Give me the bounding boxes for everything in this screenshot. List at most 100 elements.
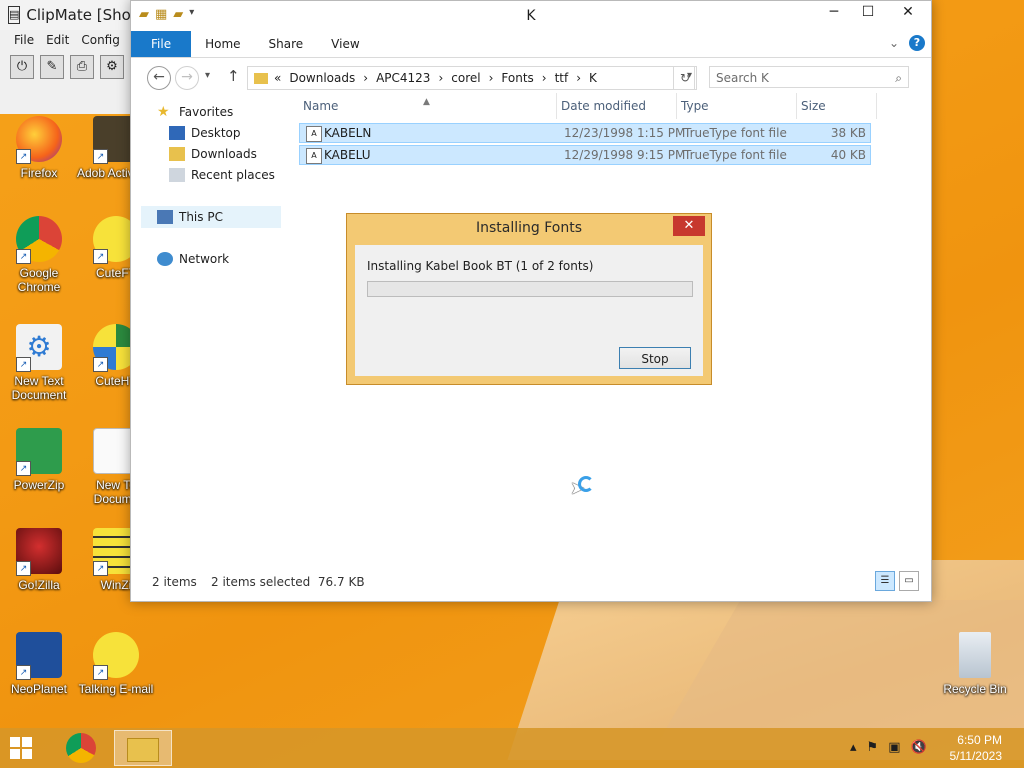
maximize-button[interactable]: ☐ [851, 1, 885, 25]
tool-icon[interactable]: ⚙ [100, 55, 124, 79]
clock-date: 5/11/2023 [949, 749, 1003, 763]
tab-home[interactable]: Home [191, 31, 254, 57]
window-title: K [526, 8, 536, 24]
desktop-icon-label: WinZi [100, 578, 132, 592]
search-input[interactable]: Search K ⌕ [709, 66, 909, 88]
file-size: 38 KB [830, 126, 866, 140]
nav-network[interactable]: Network [157, 248, 229, 270]
close-button[interactable]: ✕ [885, 1, 931, 25]
power-icon[interactable]: ⏻ [10, 55, 34, 79]
tab-file[interactable]: File [131, 31, 192, 57]
desktop-icon-label: Firefox [20, 166, 58, 180]
busy-spinner-icon [578, 476, 594, 492]
clipmate-window[interactable]: ▤ ClipMate [Shor File Edit Config ⏻ ✎ ⎙ … [0, 0, 135, 114]
volume-muted-icon[interactable]: 🔇 [910, 740, 926, 755]
address-bar[interactable]: « Downloads › APC4123 › corel › Fonts › ttf ›… [247, 66, 695, 90]
explorer-title-bar[interactable]: ▰ ▦ ▰ ▾ K ─ ☐ ✕ [131, 1, 931, 31]
help-icon[interactable]: ? [909, 35, 925, 51]
action-center-flag-icon[interactable]: ⚑ [867, 740, 879, 755]
stop-button[interactable]: Stop [619, 347, 691, 369]
desktop-icon-label: Go!Zilla [18, 578, 60, 592]
installing-fonts-dialog[interactable]: Installing Fonts ✕ Installing Kabel Book… [346, 213, 712, 385]
forward-button[interactable]: → [175, 66, 199, 90]
menu-config[interactable]: Config [81, 33, 120, 47]
desktop-icon-label: PowerZip [13, 478, 65, 492]
desktop-icon-label: NeoPlanet [10, 682, 68, 696]
recycle-bin-icon [959, 632, 991, 678]
start-button[interactable] [10, 737, 32, 759]
file-size: 40 KB [830, 148, 866, 162]
print-icon[interactable]: ⎙ [70, 55, 94, 79]
minimize-button[interactable]: ─ [817, 1, 851, 25]
show-hidden-icons-icon[interactable]: ▴ [850, 740, 857, 755]
file-date: 12/23/1998 1:15 PM [564, 126, 686, 140]
up-arrow-icon[interactable]: ↑ [227, 67, 240, 85]
chrome-icon [66, 733, 96, 763]
column-header-size[interactable]: Size [797, 93, 877, 119]
windows-logo-icon [10, 737, 20, 747]
taskbar-file-explorer[interactable] [114, 730, 172, 766]
edit-icon[interactable]: ✎ [40, 55, 64, 79]
column-header-name[interactable]: Name ▲ [299, 93, 557, 119]
install-progress-bar [367, 281, 693, 297]
desktop-icon-recycle-bin[interactable]: Recycle Bin [935, 632, 1015, 696]
file-row[interactable]: A KABELU 12/29/1998 9:15 PM TrueType fon… [299, 145, 871, 165]
menu-edit[interactable]: Edit [46, 33, 69, 47]
column-header-date[interactable]: Date modified [557, 93, 677, 119]
tab-share[interactable]: Share [255, 31, 318, 57]
recent-places-icon [169, 168, 185, 182]
file-type: TrueType font file [684, 148, 787, 162]
menu-file[interactable]: File [14, 33, 34, 47]
taskbar: ▴ ⚑ ▣ 🔇 6:50 PM 5/11/2023 [0, 728, 1024, 768]
breadcrumb-ttf[interactable]: ttf [547, 71, 577, 85]
expand-ribbon-icon[interactable]: ⌄ [889, 36, 899, 50]
nav-label: This PC [179, 210, 223, 224]
nav-downloads[interactable]: Downloads [169, 143, 257, 165]
breadcrumb-apc4123[interactable]: APC4123 [368, 71, 438, 85]
desktop-icon-new-text-document[interactable]: ⚙ ↗ New Text Document [0, 324, 79, 402]
desktop-icon-powerzip[interactable]: ↗ PowerZip [0, 428, 79, 492]
dialog-close-button[interactable]: ✕ [673, 216, 705, 236]
desktop-icon-neoplanet[interactable]: ↗ NeoPlanet [0, 632, 79, 696]
file-row[interactable]: A KABELN 12/23/1998 1:15 PM TrueType fon… [299, 123, 871, 143]
breadcrumb-corel[interactable]: corel [443, 71, 488, 85]
clipmate-title-bar[interactable]: ▤ ClipMate [Shor [0, 0, 134, 30]
recent-locations-chevron-icon[interactable]: ▾ [205, 70, 210, 81]
nav-desktop[interactable]: Desktop [169, 122, 241, 144]
nav-label: Network [179, 252, 230, 266]
details-view-icon[interactable]: ☰ [875, 571, 895, 591]
nav-favorites[interactable]: ★ Favorites [157, 101, 233, 123]
taskbar-chrome[interactable] [52, 730, 110, 766]
breadcrumb-fonts[interactable]: Fonts [493, 71, 541, 85]
windows-logo-icon [22, 737, 32, 747]
address-overflow-chevron[interactable]: « [274, 71, 281, 85]
network-tray-icon[interactable]: ▣ [888, 740, 900, 755]
desktop-icon-talking-email[interactable]: ↗ Talking E-mail [76, 632, 156, 696]
column-header-type[interactable]: Type [677, 93, 797, 119]
nav-label: Desktop [191, 126, 241, 140]
large-icons-view-icon[interactable]: ▭ [899, 571, 919, 591]
chrome-icon: ↗ [16, 216, 62, 264]
nav-this-pc[interactable]: This PC [141, 206, 281, 228]
shortcut-arrow-icon: ↗ [93, 249, 108, 264]
breadcrumb-downloads[interactable]: Downloads [281, 71, 363, 85]
shortcut-arrow-icon: ↗ [93, 561, 108, 576]
windows-logo-icon [22, 749, 32, 759]
desktop-icon-gozilla[interactable]: ↗ Go!Zilla [0, 528, 79, 592]
windows-logo-icon [10, 749, 20, 759]
install-status-message: Installing Kabel Book BT (1 of 2 fonts) [367, 259, 594, 273]
desktop-icon-label: New Text Document [11, 374, 67, 402]
file-explorer-icon [127, 738, 159, 762]
desktop-icon-firefox[interactable]: ↗ Firefox [0, 116, 79, 180]
dialog-body: Installing Kabel Book BT (1 of 2 fonts) … [355, 245, 703, 376]
tab-view[interactable]: View [317, 31, 373, 57]
selection-info: 2 items selected 76.7 KB [211, 575, 365, 589]
search-icon[interactable]: ⌕ [895, 67, 902, 89]
network-icon [157, 252, 173, 266]
clock[interactable]: 6:50 PM 5/11/2023 [950, 732, 1003, 764]
breadcrumb-k[interactable]: K [581, 71, 605, 85]
nav-recent-places[interactable]: Recent places [169, 164, 275, 186]
refresh-button[interactable]: ↻ [673, 66, 697, 90]
back-button[interactable]: ← [147, 66, 171, 90]
desktop-icon-chrome[interactable]: ↗ Google Chrome [0, 216, 79, 294]
